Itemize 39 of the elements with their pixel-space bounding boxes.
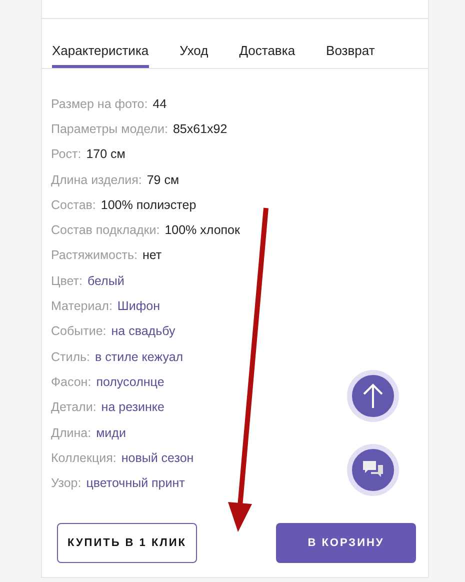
tab[interactable]: Возврат	[326, 19, 375, 68]
spec-link[interactable]: на резинке	[101, 400, 164, 414]
tab[interactable]: Доставка	[239, 19, 296, 68]
spec-label: Рост:	[51, 147, 82, 162]
spec-link[interactable]: белый	[87, 274, 124, 288]
spec-label: Коллекция:	[51, 450, 116, 465]
spec-label: Размер на фото:	[51, 96, 148, 111]
spec-link[interactable]: цветочный принт	[86, 476, 185, 490]
spec-label: Детали:	[51, 400, 96, 414]
spec-label: Стиль:	[51, 350, 90, 364]
spec-value: 79 см	[146, 172, 180, 187]
spec-label: Параметры модели:	[51, 122, 168, 136]
up-arrow-icon	[361, 383, 385, 409]
spec-label: Состав подкладки:	[51, 223, 160, 238]
spec-value: 44	[152, 96, 167, 111]
spec-link[interactable]: Шифон	[117, 299, 160, 314]
spec-value: 100% хлопок	[164, 223, 240, 238]
spec-link[interactable]: полусолнце	[96, 374, 164, 389]
spec-value: нет	[142, 248, 162, 262]
spec-value: 85x61x92	[172, 122, 228, 136]
spec-value: 100% полиэстер	[100, 198, 196, 212]
spec-value: 170 см	[86, 147, 126, 162]
buy-one-click-button[interactable]: КУПИТЬ В 1 КЛИК	[57, 522, 197, 563]
spec-link[interactable]: на свадьбу	[111, 324, 176, 338]
add-to-cart-button[interactable]: В КОРЗИНУ	[276, 522, 416, 563]
spec-link[interactable]: миди	[96, 426, 126, 440]
spec-label: Длина:	[51, 426, 92, 440]
spec-label: Длина изделия:	[51, 172, 142, 187]
spec-label: Растяжимость:	[51, 248, 138, 262]
spec-label: Материал:	[51, 299, 112, 314]
spec-label: Цвет:	[51, 274, 82, 288]
spec-link[interactable]: в стиле кежуал	[95, 350, 184, 364]
spec-label: Узор:	[51, 476, 82, 490]
spec-label: Событие:	[51, 324, 106, 338]
spec-label: Состав:	[51, 198, 96, 212]
tab[interactable]: Уход	[180, 19, 208, 68]
spec-link[interactable]: новый сезон	[121, 450, 194, 465]
spec-label: Фасон:	[51, 374, 92, 389]
tab[interactable]: Характеристика	[52, 19, 149, 68]
